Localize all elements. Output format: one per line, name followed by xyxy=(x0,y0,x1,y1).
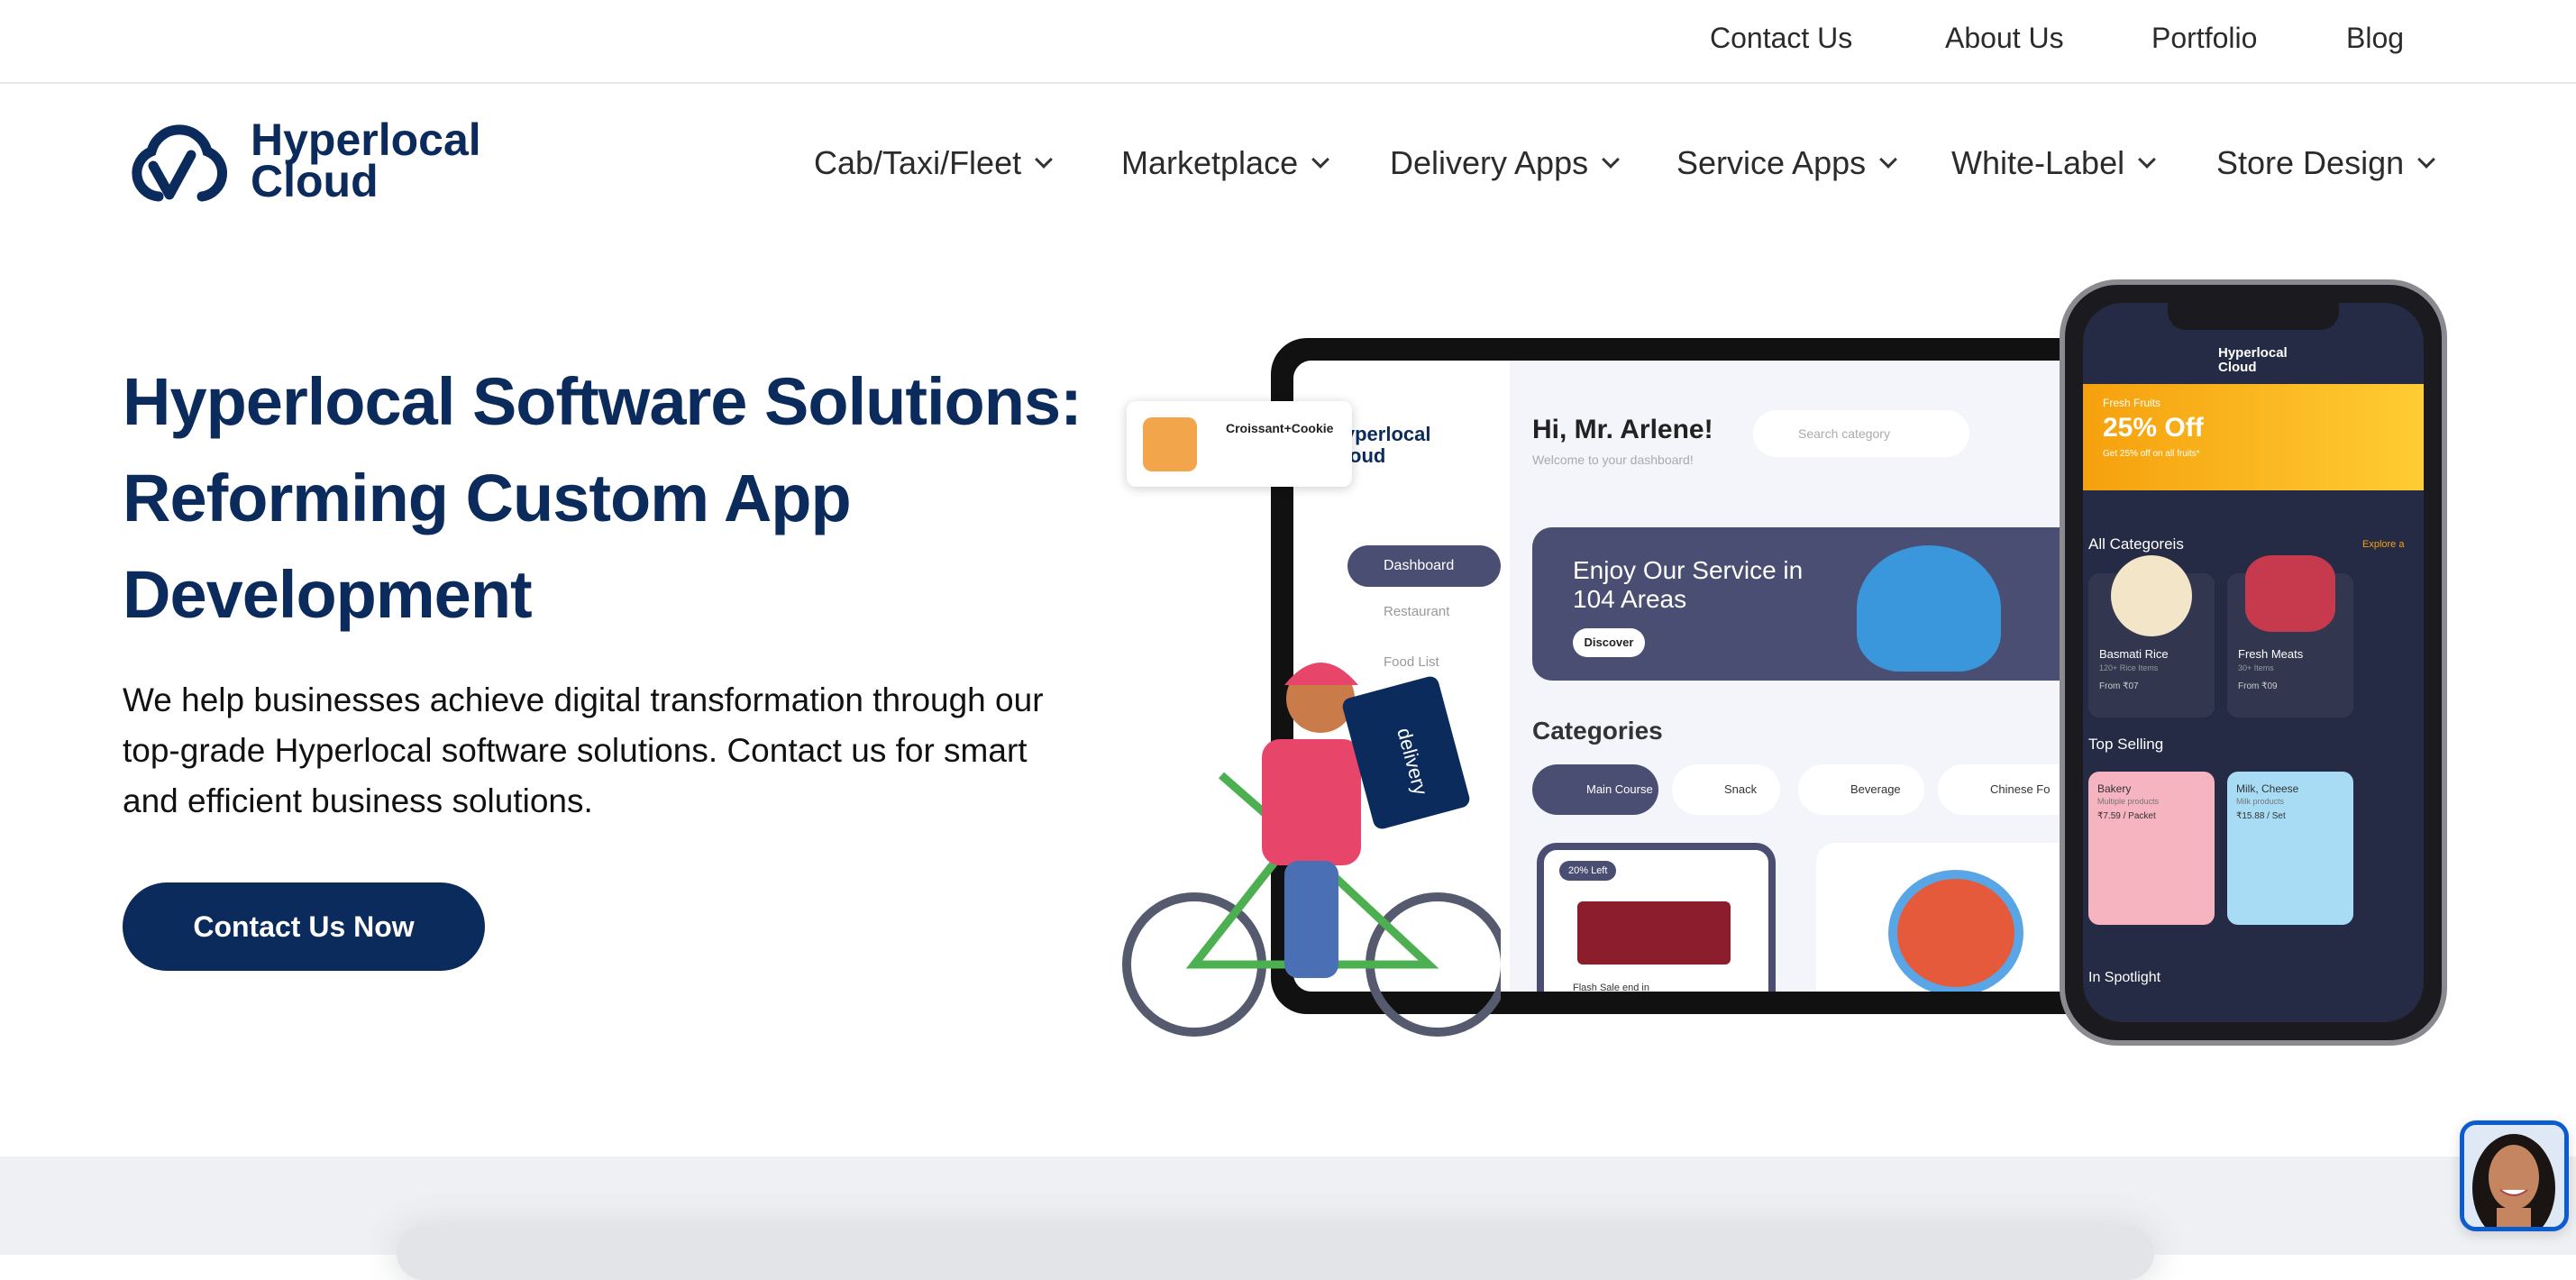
popup-item-name: Croissant+Cookie xyxy=(1226,421,1334,435)
top-bar: Contact Us About Us Portfolio Blog xyxy=(0,0,2576,84)
nav-label: White-Label xyxy=(1951,144,2125,181)
category-count: 30+ Items xyxy=(2238,663,2274,672)
category-count: 120+ Rice Items xyxy=(2099,663,2159,672)
card-badge: 20% Left xyxy=(1559,861,1617,881)
croissant-illustration xyxy=(1143,417,1197,471)
nav-label: Store Design xyxy=(2216,144,2405,181)
top-item-desc: Multiple products xyxy=(2097,797,2160,806)
promo-title: 25% Off xyxy=(2103,413,2204,443)
phone-mockup: Hyperlocal Cloud Fresh Fruits 25% Off Ge… xyxy=(2060,279,2447,1046)
logo-line2: Cloud xyxy=(251,156,379,206)
delivery-cyclist-illustration: delivery xyxy=(1122,604,1510,1046)
popup-item-card: Croissant+Cookie xyxy=(1127,401,1352,487)
category-name: Basmati Rice xyxy=(2099,647,2169,661)
nav-white-label[interactable]: White-Label xyxy=(1951,144,2156,182)
flash-sale-label: Flash Sale end in xyxy=(1573,983,1649,992)
top-item-desc: Milk products xyxy=(2236,797,2285,806)
nav-label: Marketplace xyxy=(1121,144,1299,181)
top-link-about-us[interactable]: About Us xyxy=(1945,22,2064,55)
category-beverage: Beverage xyxy=(1798,764,1924,815)
support-agent-avatar-icon xyxy=(2464,1125,2564,1227)
hero-title: Hyperlocal Software Solutions: Reforming… xyxy=(123,364,1082,632)
tablet-welcome: Welcome to your dashboard! xyxy=(1532,453,1694,467)
tablet-categories-title: Categories xyxy=(1532,717,1663,745)
top-item-name: Bakery xyxy=(2097,782,2132,795)
chevron-down-icon xyxy=(1035,151,1054,169)
category-price: From ₹07 xyxy=(2099,681,2139,691)
contact-us-now-button[interactable]: Contact Us Now xyxy=(123,882,485,971)
category-main-course: Main Course xyxy=(1532,764,1658,815)
phone-screen: Hyperlocal Cloud Fresh Fruits 25% Off Ge… xyxy=(2083,303,2424,1022)
nav-delivery-apps[interactable]: Delivery Apps xyxy=(1390,144,1621,182)
chevron-down-icon xyxy=(2417,151,2436,169)
phone-notch xyxy=(2168,303,2339,330)
meat-illustration xyxy=(2245,555,2335,632)
top-item-card: Bakery Multiple products ₹7.59 / Packet xyxy=(2088,772,2215,925)
explore-link: Explore a xyxy=(2362,539,2405,550)
nav-store-design[interactable]: Store Design xyxy=(2216,144,2436,182)
tablet-search: Search category xyxy=(1753,410,1969,457)
category-price: From ₹09 xyxy=(2238,681,2278,691)
logo[interactable]: Hyperlocal Cloud xyxy=(123,115,481,206)
nav-label: Service Apps xyxy=(1676,144,1867,181)
nav-label: Cab/Taxi/Fleet xyxy=(814,144,1022,181)
phone-logo: Hyperlocal Cloud xyxy=(2218,345,2288,375)
nav-cab-taxi-fleet[interactable]: Cab/Taxi/Fleet xyxy=(814,144,1054,182)
top-item-price: ₹15.88 / Set xyxy=(2236,811,2286,821)
chevron-down-icon xyxy=(1311,151,1329,169)
chevron-down-icon xyxy=(1879,151,1898,169)
top-item-price: ₹7.59 / Packet xyxy=(2097,811,2156,821)
sushi-illustration xyxy=(1577,901,1731,965)
category-card: Fresh Meats 30+ Items From ₹09 xyxy=(2227,555,2353,718)
nav-label: Delivery Apps xyxy=(1390,144,1589,181)
top-link-blog[interactable]: Blog xyxy=(2346,22,2404,55)
tablet-banner: Enjoy Our Service in 104 Areas Discover xyxy=(1532,527,2105,681)
top-selling-title: Top Selling xyxy=(2088,736,2164,753)
nav-marketplace[interactable]: Marketplace xyxy=(1121,144,1329,182)
spotlight-title: In Spotlight xyxy=(2088,970,2161,985)
top-item-card: Milk, Cheese Milk products ₹15.88 / Set xyxy=(2227,772,2353,925)
hero-description: We help businesses achieve digital trans… xyxy=(123,681,1044,819)
chat-support-avatar[interactable] xyxy=(2460,1120,2569,1231)
tablet-menu-dashboard: Dashboard xyxy=(1347,545,1501,587)
rice-illustration xyxy=(2111,555,2192,636)
promo-sub: Get 25% off on all fruits* xyxy=(2103,449,2200,459)
nav-service-apps[interactable]: Service Apps xyxy=(1676,144,1898,182)
chevron-down-icon xyxy=(1602,151,1621,169)
top-item-name: Milk, Cheese xyxy=(2236,782,2299,795)
chevron-down-icon xyxy=(2138,151,2156,169)
hero-illustration: Hyperlocal Cloud Dashboard Restaurant Fo… xyxy=(1122,279,2447,1046)
next-section-card xyxy=(397,1226,2154,1280)
food-card: 20% Left Flash Sale end in xyxy=(1537,843,1776,992)
scooter-rider-illustration xyxy=(1857,545,2001,672)
category-snack: Snack xyxy=(1672,764,1780,815)
category-name: Fresh Meats xyxy=(2238,647,2304,661)
promo-label: Fresh Fruits xyxy=(2103,397,2161,409)
logo-line1: Hyperlocal xyxy=(251,114,481,165)
top-link-portfolio[interactable]: Portfolio xyxy=(2151,22,2257,55)
banner-title: Enjoy Our Service in 104 Areas xyxy=(1573,556,1804,613)
banner-discover: Discover xyxy=(1573,628,1645,657)
tablet-greeting: Hi, Mr. Arlene! xyxy=(1532,415,1713,444)
plate-illustration xyxy=(1888,870,2023,992)
promo-banner: Fresh Fruits 25% Off Get 25% off on all … xyxy=(2083,384,2424,490)
all-categories-title: All Categoreis xyxy=(2088,535,2184,553)
top-link-contact-us[interactable]: Contact Us xyxy=(1710,22,1852,55)
category-card: Basmati Rice 120+ Rice Items From ₹07 xyxy=(2088,555,2215,718)
cloud-check-icon xyxy=(132,124,228,202)
